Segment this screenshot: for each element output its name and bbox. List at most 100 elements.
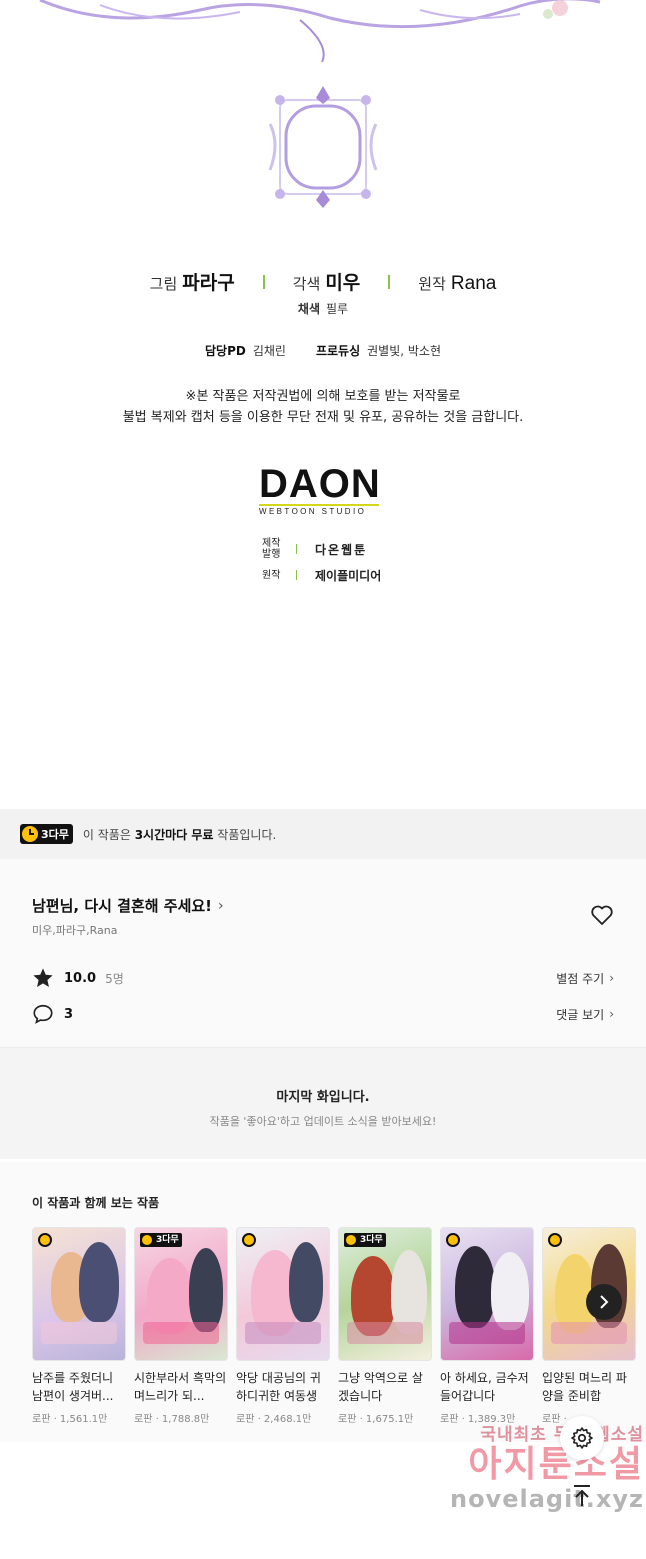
- divider: [262, 274, 265, 289]
- series-title-link[interactable]: 남편님, 다시 결혼해 주세요! ›: [32, 895, 224, 916]
- credit-name: Rana: [450, 273, 497, 294]
- cover-figure: [289, 1242, 323, 1322]
- cover-title-art: [551, 1322, 627, 1344]
- clock-icon: [242, 1233, 256, 1247]
- recommendation-title: 아 하세요, 금수저 들어갑니다: [440, 1371, 529, 1403]
- carousel-next-button[interactable]: [586, 1284, 622, 1320]
- recommendation-meta: 로판 · 1,561.1만: [32, 1414, 108, 1425]
- notice-line: 불법 복제와 캡처 등을 이용한 무단 전재 및 유포, 공유하는 것을 금합니…: [122, 410, 524, 425]
- credit-art: 그림 파라구: [150, 268, 235, 295]
- free-text-bold: 3시간마다 무료: [134, 827, 214, 842]
- recommendation-card[interactable]: 악당 대공님의 귀하디귀한 여동생 로판 · 2,468.1만: [236, 1227, 330, 1425]
- divider: [296, 544, 297, 554]
- recommendation-meta: 로판 · 1,788.8만: [134, 1414, 210, 1425]
- studio-logo-word: DAON: [259, 462, 381, 506]
- cover-title-art: [449, 1322, 525, 1344]
- cover-thumbnail: [32, 1227, 126, 1361]
- watermark-line: novelagit.xyz: [449, 1485, 644, 1513]
- recommendation-title: 악당 대공님의 귀하디귀한 여동생: [236, 1371, 321, 1403]
- pd-label: 담당PD: [204, 344, 246, 358]
- studio-logo-sub: WEBTOON STUDIO: [259, 507, 367, 516]
- cover-title-art: [41, 1322, 117, 1344]
- staff-credits: 그림 파라구 각색 미우 원작 Rana: [0, 268, 646, 295]
- recommendation-card[interactable]: 입양된 며느리 파양을 준비합 로판 ·: [542, 1227, 636, 1425]
- clock-icon: [548, 1233, 562, 1247]
- ornamental-frame-icon: [268, 86, 378, 208]
- recommendation-title: 입양된 며느리 파양을 준비합: [542, 1371, 627, 1403]
- comment-row: 3 댓글 보기 ›: [32, 1003, 614, 1025]
- recommendation-card[interactable]: 3다무 시한부라서 흑막의 며느리가 되... 로판 · 1,788.8만: [134, 1227, 228, 1425]
- recommendations-heading: 이 작품과 함께 보는 작품: [32, 1196, 160, 1210]
- series-authors: 미우,파라구,Rana: [32, 924, 118, 937]
- like-heart-icon[interactable]: [590, 904, 614, 926]
- rating-row: 10.0 5명 별점 주기 ›: [32, 967, 614, 989]
- recommendation-meta: 로판 · 1,389.3만: [440, 1414, 516, 1425]
- rating-score: 10.0: [64, 970, 97, 986]
- clock-icon: [446, 1233, 460, 1247]
- chevron-right-icon: ›: [609, 971, 614, 985]
- clock-icon: [38, 1233, 52, 1247]
- cover-figure: [491, 1252, 529, 1330]
- colorist-name: 필루: [326, 302, 349, 316]
- free-text-suffix: 작품입니다.: [213, 827, 277, 842]
- comic-credits-page: 그림 파라구 각색 미우 원작 Rana 채색 필루 담당PD 김채린 프로듀싱 권별…: [0, 0, 646, 800]
- pd-name: 김채린: [252, 344, 286, 358]
- origin-row: 원작 제이플미디어: [262, 562, 381, 588]
- cover-figure: [79, 1242, 119, 1322]
- producing-label: 프로듀싱: [315, 344, 361, 358]
- credit-original: 원작 Rana: [418, 273, 496, 295]
- publisher-row: 제작 발행 다온웹툰: [262, 536, 381, 562]
- rate-button[interactable]: 별점 주기 ›: [556, 970, 614, 987]
- arrow-up-icon: [574, 1485, 590, 1506]
- recommendation-meta: 로판 · 1,675.1만: [338, 1414, 414, 1425]
- producing-credit: 프로듀싱 권별빛, 박소현: [316, 342, 441, 359]
- last-episode-title: 마지막 화입니다.: [276, 1090, 370, 1105]
- view-comments-button[interactable]: 댓글 보기 ›: [556, 1006, 614, 1023]
- free-every-3h-banner: 3다무 이 작품은 3시간마다 무료 작품입니다.: [0, 809, 646, 859]
- cover-title-art: [143, 1322, 219, 1344]
- free-badge: 3다무: [20, 824, 73, 844]
- studio-logo: DAON WEBTOON STUDIO: [259, 462, 383, 516]
- recommendation-card[interactable]: 남주를 주웠더니 남편이 생겨버... 로판 · 1,561.1만: [32, 1227, 126, 1425]
- cover-title-art: [347, 1322, 423, 1344]
- free-banner-text: 이 작품은 3시간마다 무료 작품입니다.: [83, 826, 276, 843]
- origin-label: 원작: [262, 569, 281, 581]
- origin-publisher: 제이플미디어: [315, 568, 382, 583]
- recommendation-meta: 로판 · 2,468.1만: [236, 1414, 312, 1425]
- recommendation-list: 남주를 주웠더니 남편이 생겨버... 로판 · 1,561.1만 3다무 시한…: [32, 1227, 636, 1425]
- title-logo-art: [39, 0, 601, 63]
- rating-count: 5명: [105, 971, 124, 986]
- series-info: 남편님, 다시 결혼해 주세요! › 미우,파라구,Rana 10.0 5명 별…: [0, 859, 646, 1047]
- recommendation-title: 남주를 주웠더니 남편이 생겨버...: [32, 1371, 114, 1403]
- copyright-notice: ※본 작품은 저작권법에 의해 보호를 받는 저작물로 불법 복제와 캡처 등을…: [0, 386, 646, 428]
- producing-name: 권별빛, 박소현: [367, 344, 441, 358]
- recommendation-card[interactable]: 아 하세요, 금수저 들어갑니다 로판 · 1,389.3만: [440, 1227, 534, 1425]
- recommendation-title: 시한부라서 흑막의 며느리가 되...: [134, 1371, 227, 1403]
- chevron-right-icon: ›: [609, 1007, 614, 1021]
- publisher-name: 다온웹툰: [315, 542, 368, 557]
- free-badge-label: 3다무: [41, 828, 69, 841]
- gear-icon: [571, 1427, 593, 1449]
- last-episode-subtitle: 작품을 '좋아요'하고 업데이트 소식을 받아보세요!: [209, 1115, 437, 1128]
- credit-name: 미우: [325, 272, 361, 294]
- cover-figure: [189, 1248, 223, 1332]
- credit-role: 각색: [292, 275, 321, 293]
- watermark-line: 아지툰소설: [468, 1444, 644, 1485]
- free-text-prefix: 이 작품은: [82, 827, 135, 842]
- divider: [296, 570, 297, 580]
- comment-count: 3: [64, 1006, 74, 1022]
- viewer-settings-button[interactable]: [560, 1416, 604, 1460]
- cover-thumbnail: 3다무: [338, 1227, 432, 1361]
- view-comments-label: 댓글 보기: [556, 1007, 605, 1022]
- scroll-to-top-button[interactable]: [566, 1480, 598, 1512]
- publisher-table: 제작 발행 다온웹툰 원작 제이플미디어: [262, 536, 381, 588]
- pd-credit: 담당PD 김채린: [205, 342, 286, 359]
- series-title: 남편님, 다시 결혼해 주세요!: [32, 897, 213, 915]
- notice-line: ※본 작품은 저작권법에 의해 보호를 받는 저작물로: [185, 389, 461, 404]
- cover-thumbnail: 3다무: [134, 1227, 228, 1361]
- credit-role: 그림: [149, 275, 178, 293]
- cover-figure: [455, 1246, 495, 1328]
- recommendation-title: 그냥 악역으로 살겠습니다: [338, 1371, 423, 1403]
- recommendation-card[interactable]: 3다무 그냥 악역으로 살겠습니다 로판 · 1,675.1만: [338, 1227, 432, 1425]
- free-badge: 3다무: [344, 1233, 386, 1247]
